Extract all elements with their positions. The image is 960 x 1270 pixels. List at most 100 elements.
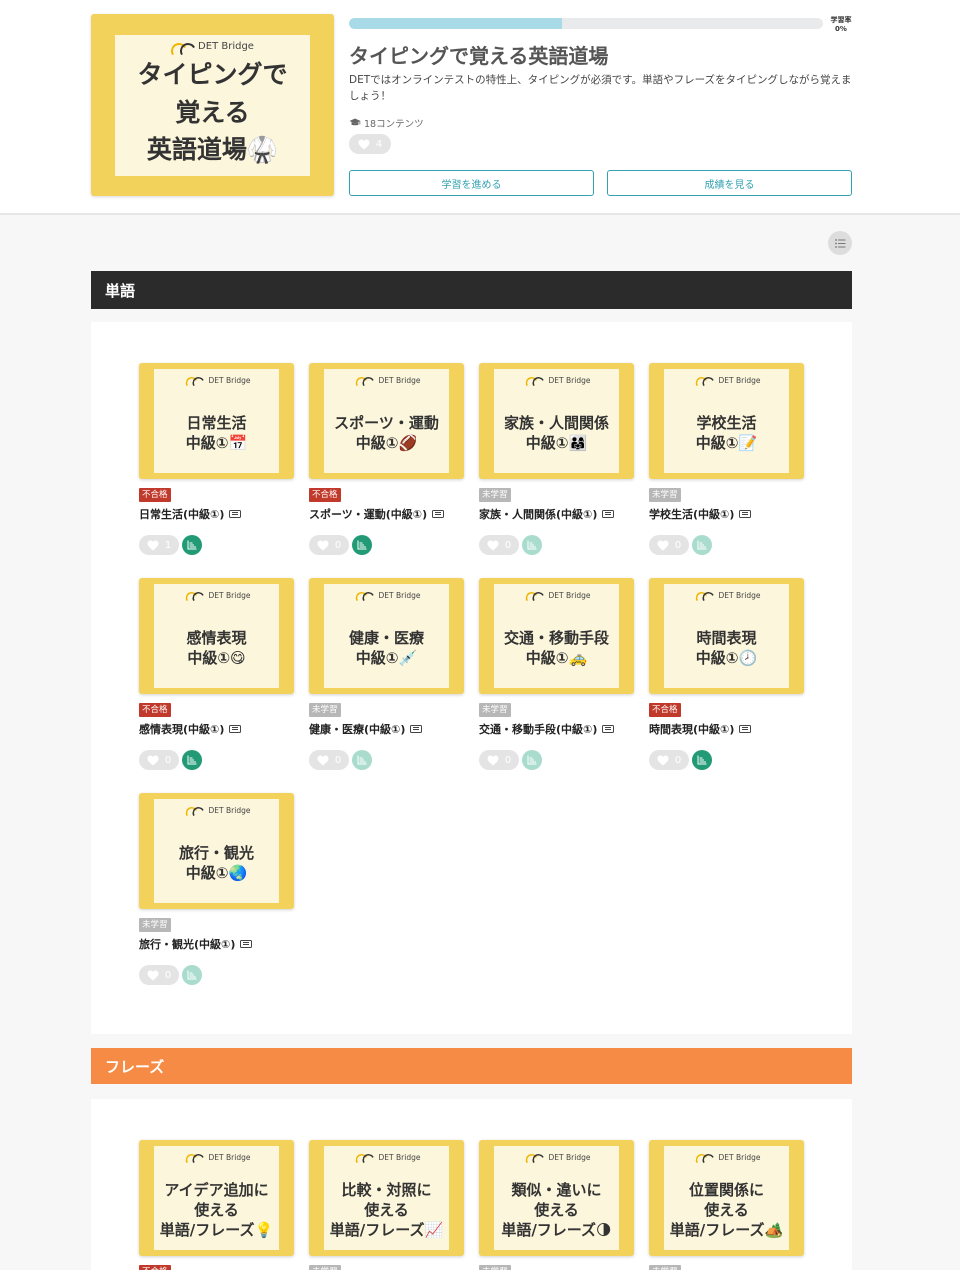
keyboard-icon [229,510,242,518]
results-chart-button[interactable] [692,750,712,770]
brand-logo-icon [185,1153,202,1161]
content-thumbnail[interactable]: DET Bridge 類似・違いに 使える 単語/フレーズ🌗 [479,1140,634,1256]
like-button[interactable]: 0 [309,750,349,770]
keyboard-icon [410,725,423,733]
results-chart-button[interactable] [352,535,372,555]
section-title: フレーズ [105,1057,165,1076]
keyboard-icon [739,510,752,518]
thumbnail-title: 健康・医療 中級①💉 [348,628,424,667]
content-title-link[interactable]: 感情表現(中級①) [139,721,295,737]
content-thumbnail[interactable]: DET Bridge 健康・医療 中級①💉 [309,578,464,694]
content-title: 交通・移動手段(中級①) [479,723,598,736]
like-button[interactable]: 0 [649,750,689,770]
like-button[interactable]: 0 [309,535,349,555]
like-button[interactable]: 0 [479,535,519,555]
content-thumbnail[interactable]: DET Bridge スポーツ・運動 中級①🏈 [309,363,464,479]
content-title-link[interactable]: 時間表現(中級①) [649,721,805,737]
brand-logo-icon [695,1153,712,1161]
keyboard-icon [602,725,615,733]
thumbnail-brand: DET Bridge [494,375,619,385]
results-chart-button[interactable] [182,750,202,770]
course-title: タイピングで覚える英語道場 [349,44,609,68]
content-count: 18コンテンツ [349,116,424,130]
results-chart-button[interactable] [692,535,712,555]
content-thumbnail[interactable]: DET Bridge 交通・移動手段 中級①🚕 [479,578,634,694]
results-chart-button[interactable] [522,535,542,555]
content-title-link[interactable]: 旅行・観光(中級①) [139,936,295,952]
content-title-link[interactable]: スポーツ・運動(中級①) [309,506,465,522]
heart-icon [147,755,159,765]
view-results-button[interactable]: 成績を見る [607,170,852,196]
content-title-link[interactable]: 健康・医療(中級①) [309,721,465,737]
brand-logo-icon [525,376,542,384]
like-button[interactable]: 0 [139,965,179,985]
content-title-link[interactable]: 家族・人間関係(中級①) [479,506,635,522]
content-thumbnail[interactable]: DET Bridge アイデア追加に 使える 単語/フレーズ💡 [139,1140,294,1256]
results-chart-button[interactable] [182,535,202,555]
heart-icon [147,540,159,550]
course-cover-image: DET Bridge タイピングで 覚える 英語道場🥋 [91,14,334,196]
content-card: DET Bridge 交通・移動手段 中級①🚕 未学習交通・移動手段(中級①) 0 [479,578,635,770]
like-count: 0 [504,754,512,766]
brand-logo-icon [171,42,193,52]
content-thumbnail[interactable]: DET Bridge 時間表現 中級①🕗 [649,578,804,694]
brand-logo-icon [355,591,372,599]
brand-logo-icon [525,591,542,599]
brand-logo-icon [355,376,372,384]
thumbnail-brand: DET Bridge [664,1152,789,1162]
content-thumbnail[interactable]: DET Bridge 位置関係に 使える 単語/フレーズ🏕️ [649,1140,804,1256]
heart-icon [317,540,329,550]
like-button[interactable]: 0 [479,750,519,770]
content-title-link[interactable]: 日常生活(中級①) [139,506,295,522]
status-badge: 未学習 [479,703,511,717]
content-thumbnail[interactable]: DET Bridge 感情表現 中級①😋 [139,578,294,694]
content-card: DET Bridge 学校生活 中級①📝 未学習 学校生活(中級①) 0 [649,363,805,555]
results-chart-button[interactable] [522,750,542,770]
content-title-link[interactable]: 学校生活(中級①) [649,506,805,522]
content-card: DET Bridge 健康・医療 中級①💉 未学習健康・医療(中級①) 0 [309,578,465,770]
thumbnail-brand-text: DET Bridge [208,375,251,385]
continue-learning-button[interactable]: 学習を進める [349,170,594,196]
status-badge: 未学習 [139,918,171,932]
thumbnail-brand: DET Bridge [324,590,449,600]
learning-rate: 学習率 0% [827,16,855,34]
status-badge: 未学習 [309,1265,341,1270]
status-badge: 未学習 [309,703,341,717]
results-chart-button[interactable] [352,750,372,770]
keyboard-icon [240,940,253,948]
content-thumbnail[interactable]: DET Bridge 比較・対照に 使える 単語/フレーズ📈 [309,1140,464,1256]
content-count-text: 18コンテンツ [364,119,424,130]
thumbnail-brand: DET Bridge [154,1152,279,1162]
heart-icon [487,540,499,550]
like-count: 1 [164,539,172,551]
course-like-button[interactable]: 4 [349,134,391,154]
section-content-panel: DET Bridgeアイデア追加に 使える 単語/フレーズ💡不合格DET Bri… [91,1099,852,1270]
like-count: 0 [334,754,342,766]
like-button[interactable]: 0 [139,750,179,770]
thumbnail-title: 家族・人間関係 中級①👨‍👩‍👧 [503,413,609,452]
thumbnail-brand-text: DET Bridge [208,1152,251,1162]
keyboard-icon [602,510,615,518]
content-card: DET Bridge 類似・違いに 使える 単語/フレーズ🌗 未学習 [479,1140,635,1270]
results-chart-button[interactable] [182,965,202,985]
bar-chart-icon [697,540,707,550]
content-thumbnail[interactable]: DET Bridge 学校生活 中級①📝 [649,363,804,479]
thumbnail-brand-text: DET Bridge [718,1152,761,1162]
keyboard-icon [229,725,242,733]
brand-logo-icon [695,376,712,384]
content-thumbnail[interactable]: DET Bridge 家族・人間関係 中級①👨‍👩‍👧 [479,363,634,479]
brand-logo-icon [525,1153,542,1161]
content-thumbnail[interactable]: DET Bridge 日常生活 中級①📅 [139,363,294,479]
list-view-toggle[interactable] [828,231,852,255]
content-card: DET Bridge 旅行・観光 中級①🌏 未学習旅行・観光(中級①) 0 [139,793,295,985]
brand-logo-icon [185,591,202,599]
brand-logo-icon [185,806,202,814]
like-button[interactable]: 1 [139,535,179,555]
content-title-link[interactable]: 交通・移動手段(中級①) [479,721,635,737]
bar-chart-icon [697,755,707,765]
like-button[interactable]: 0 [649,535,689,555]
bar-chart-icon [357,755,367,765]
content-card: DET Bridge 日常生活 中級①📅 不合格 日常生活(中級①) 1 [139,363,295,555]
content-thumbnail[interactable]: DET Bridge 旅行・観光 中級①🌏 [139,793,294,909]
cover-title-text: タイピングで 覚える 英語道場🥋 [137,60,288,165]
